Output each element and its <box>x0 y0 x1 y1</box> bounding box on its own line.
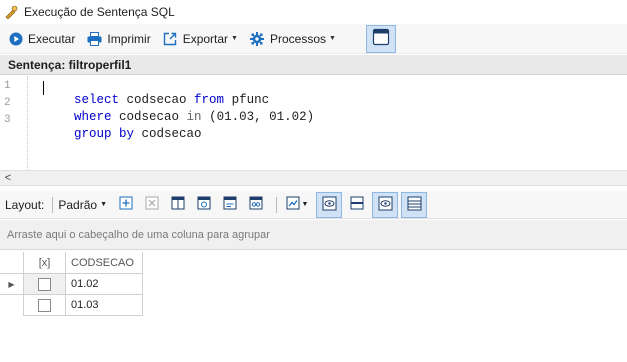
card-view-icon <box>223 196 237 213</box>
preview-toggle-button[interactable] <box>316 191 343 218</box>
chevron-down-icon: ▼ <box>301 201 309 208</box>
line-number-gutter: 1 2 3 <box>0 76 28 170</box>
table-cell-codsecao[interactable]: 01.03 <box>66 295 143 316</box>
grid-layout-toolbar: Layout: Padrão ▼ ▼ <box>0 191 627 219</box>
card-view-button[interactable] <box>219 194 241 216</box>
remove-layout-button[interactable] <box>141 194 163 216</box>
printer-icon <box>87 31 102 46</box>
row-checkbox[interactable] <box>38 277 51 291</box>
sql-text: (01.03, 01.02) <box>201 110 315 124</box>
play-icon <box>8 31 23 46</box>
add-layout-button[interactable] <box>115 194 137 216</box>
columns-icon <box>171 196 185 213</box>
view-details-icon <box>197 196 211 213</box>
row-select-cell[interactable] <box>24 274 66 295</box>
toolbar-separator <box>276 196 278 213</box>
chart-dropdown-button[interactable]: ▼ <box>282 194 312 216</box>
window-icon <box>372 28 390 49</box>
link-icon <box>249 196 263 213</box>
filter-view-toggle-button[interactable] <box>372 191 399 218</box>
select-column-header[interactable]: [x] <box>24 252 66 274</box>
export-label: Exportar <box>182 31 229 46</box>
row-indicator[interactable]: ▶ <box>0 274 24 295</box>
row-indicator-header <box>0 252 24 274</box>
row-checkbox[interactable] <box>38 298 51 312</box>
grid-lines-toggle-button[interactable] <box>401 191 428 218</box>
gear-icon <box>250 31 265 46</box>
remove-layout-icon <box>145 196 159 213</box>
column-header-codsecao[interactable]: CODSECAO <box>66 252 143 274</box>
chart-icon <box>286 196 300 213</box>
row-select-cell[interactable] <box>24 295 66 316</box>
main-toolbar: Executar Imprimir Exportar ▼ Processos ▼ <box>0 24 627 54</box>
editor-horizontal-scrollbar[interactable]: < <box>0 170 627 186</box>
line-number: 2 <box>4 97 11 109</box>
code-line-3: group by codsecao <box>44 113 202 155</box>
view-details-button[interactable] <box>193 194 215 216</box>
line-number: 1 <box>4 80 11 92</box>
window-title: Execução de Sentença SQL <box>24 5 175 19</box>
processes-button[interactable]: Processos ▼ <box>246 28 340 50</box>
group-by-drop-area[interactable]: Arraste aqui o cabeçalho de uma coluna p… <box>0 220 627 250</box>
export-button[interactable]: Exportar ▼ <box>159 28 242 50</box>
export-icon <box>163 31 178 46</box>
table-cell-codsecao[interactable]: 01.02 <box>66 274 143 295</box>
sql-text: codsecao <box>134 127 202 141</box>
processes-label: Processos <box>269 31 327 46</box>
line-number: 3 <box>4 114 11 126</box>
eye-icon <box>322 196 337 214</box>
window-layout-toggle-button[interactable] <box>365 24 396 53</box>
current-row-arrow-icon: ▶ <box>8 279 15 289</box>
result-grid: [x] CODSECAO ▶ 01.02 01.03 <box>0 252 627 362</box>
layout-label: Layout: <box>5 197 45 212</box>
sql-editor[interactable]: 1 2 3 select codsecao from pfunc where c… <box>0 76 627 170</box>
sentence-header: Sentença: filtroperfil1 <box>0 55 627 75</box>
chevron-down-icon: ▼ <box>329 35 336 42</box>
eye-icon <box>378 196 393 214</box>
row-indicator[interactable] <box>0 295 24 316</box>
sql-keyword: group by <box>74 127 135 141</box>
add-layout-icon <box>119 196 133 213</box>
link-view-button[interactable] <box>245 194 267 216</box>
grid-icon <box>407 196 422 214</box>
chevron-down-icon: ▼ <box>231 35 238 42</box>
print-label: Imprimir <box>107 31 151 46</box>
layout-value: Padrão <box>58 197 98 212</box>
print-button[interactable]: Imprimir <box>83 28 154 50</box>
split-view-button[interactable] <box>346 194 368 216</box>
layout-dropdown[interactable]: Padrão ▼ <box>58 198 107 212</box>
window-titlebar: Execução de Sentença SQL <box>0 0 627 24</box>
columns-button[interactable] <box>167 194 189 216</box>
execute-button[interactable]: Executar <box>4 28 79 50</box>
split-view-icon <box>350 196 364 213</box>
execute-label: Executar <box>28 31 76 46</box>
chevron-down-icon: ▼ <box>100 201 108 208</box>
sql-execute-icon <box>4 5 18 19</box>
toolbar-separator <box>52 196 54 213</box>
chevron-left-icon[interactable]: < <box>0 172 16 184</box>
